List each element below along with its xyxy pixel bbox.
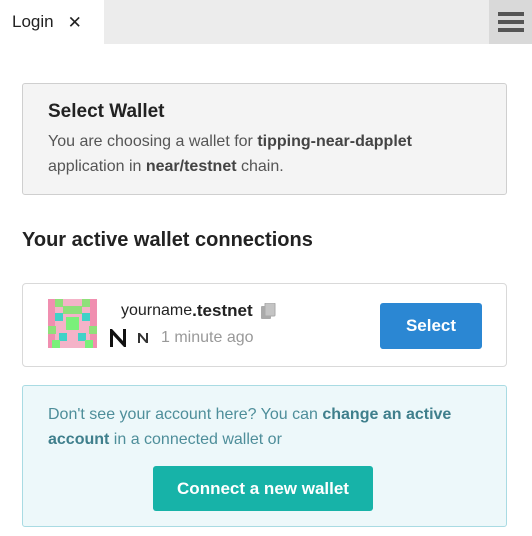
close-icon[interactable]: ✕ (68, 14, 82, 31)
app-name: tipping-near-dapplet (257, 133, 412, 150)
avatar-identicon (48, 299, 97, 348)
select-button[interactable]: Select (380, 303, 482, 349)
panel-description: You are choosing a wallet for tipping-ne… (48, 129, 481, 179)
panel-title: Select Wallet (48, 101, 165, 122)
connect-hint: Don't see your account here? You can cha… (48, 402, 488, 452)
tab-label: Login (12, 12, 54, 31)
description-text: application in (48, 158, 146, 175)
connect-wallet-panel: Don't see your account here? You can cha… (22, 385, 507, 527)
account-suffix: .testnet (192, 301, 253, 320)
hint-text: Don't see your account here? You can (48, 406, 323, 423)
near-network-icon (138, 333, 148, 343)
chain-name: near/testnet (145, 158, 237, 175)
wallet-meta: 1 minute ago (107, 327, 254, 349)
top-bar: Login ✕ (0, 0, 532, 44)
hamburger-icon (497, 12, 524, 32)
select-wallet-panel: Select Wallet You are choosing a wallet … (22, 83, 507, 195)
tab-login[interactable]: Login ✕ (0, 0, 104, 44)
wallet-connection-card: yourname .testnet 1 minute ago Select (22, 283, 507, 367)
account-line: yourname .testnet (121, 301, 276, 321)
description-text: You are choosing a wallet for (48, 133, 258, 150)
near-wallet-icon (110, 329, 126, 347)
menu-button[interactable] (489, 0, 532, 44)
description-text: chain. (236, 158, 284, 175)
account-name: yourname (121, 302, 193, 319)
hint-text: in a connected wallet or (109, 431, 282, 448)
last-used-time: 1 minute ago (161, 329, 254, 346)
copy-icon[interactable] (260, 302, 276, 320)
connect-new-wallet-button[interactable]: Connect a new wallet (153, 466, 373, 511)
section-title: Your active wallet connections (22, 229, 313, 251)
